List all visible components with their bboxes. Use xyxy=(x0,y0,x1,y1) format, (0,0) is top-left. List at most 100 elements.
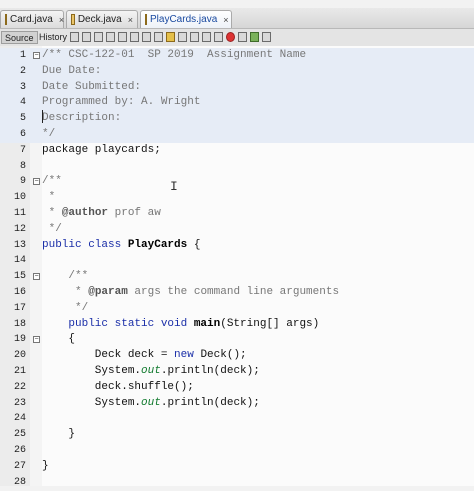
line-number: 14 xyxy=(13,255,26,267)
line-number: 12 xyxy=(13,223,26,235)
close-icon[interactable]: × xyxy=(128,15,133,25)
code-token: */ xyxy=(42,128,56,140)
code-line[interactable]: 15 /** − xyxy=(0,269,474,285)
line-number: 23 xyxy=(13,397,26,409)
code-line[interactable]: 20 Deck deck = new Deck(); xyxy=(0,348,474,364)
code-editor[interactable]: 1/** CSC-122-01 SP 2019 Assignment Name −… xyxy=(0,46,474,488)
code-text: } xyxy=(42,428,75,440)
line-number: 18 xyxy=(13,318,26,330)
tab-deck-java[interactable]: Deck.java × xyxy=(66,10,138,28)
dropdown-icon[interactable] xyxy=(94,32,103,42)
code-token: { xyxy=(187,238,201,251)
code-token: @param xyxy=(88,286,128,298)
search-icon[interactable] xyxy=(106,32,115,42)
fold-toggle-icon[interactable]: − xyxy=(33,336,40,344)
code-text: Deck deck = new Deck(); xyxy=(42,349,247,361)
code-line[interactable]: 24 xyxy=(0,411,474,427)
tab-label: Card.java xyxy=(10,14,53,25)
code-line[interactable]: 22 deck.shuffle(); xyxy=(0,380,474,396)
uncomment-icon[interactable] xyxy=(262,32,271,42)
tab-card-java[interactable]: Card.java × xyxy=(0,10,64,28)
code-token: out xyxy=(141,396,161,409)
text-caret xyxy=(42,110,43,123)
next-bookmark-icon[interactable] xyxy=(190,32,199,42)
code-line[interactable]: 11 * @author prof aw xyxy=(0,206,474,222)
line-number: 1 xyxy=(19,50,26,61)
code-text: System.out.println(deck); xyxy=(42,365,260,377)
toggle-highlight-icon[interactable] xyxy=(154,32,163,42)
close-icon[interactable]: × xyxy=(59,15,64,25)
code-line[interactable]: 4 Programmed by: A. Wright xyxy=(0,95,474,112)
code-line[interactable]: 21 System.out.println(deck); xyxy=(0,364,474,380)
code-text: Due Date: xyxy=(42,65,101,77)
code-line[interactable]: 2 Due Date: xyxy=(0,63,474,80)
forward-icon[interactable] xyxy=(82,32,91,42)
code-line[interactable]: 17 */ xyxy=(0,301,474,317)
source-view-button[interactable]: Source xyxy=(1,31,38,44)
code-line[interactable]: 26 xyxy=(0,443,474,459)
line-number: 4 xyxy=(19,97,26,109)
code-token: out xyxy=(141,365,161,377)
back-icon[interactable] xyxy=(70,32,79,42)
code-token: */ xyxy=(42,301,89,314)
code-line[interactable]: 14 xyxy=(0,253,474,269)
tab-playcards-java[interactable]: PlayCards.java × xyxy=(140,10,232,28)
toolbar-icon-group xyxy=(70,32,271,43)
code-line[interactable]: 13 public class PlayCards { xyxy=(0,238,474,254)
find-next-icon[interactable] xyxy=(130,32,139,42)
code-line[interactable]: 23 System.out.println(deck); xyxy=(0,396,474,412)
code-token: * xyxy=(42,286,89,298)
code-token: * xyxy=(42,207,62,219)
comment-icon[interactable] xyxy=(250,32,259,42)
code-line[interactable]: 7 package playcards; xyxy=(0,143,474,159)
fold-toggle-icon[interactable]: − xyxy=(33,178,40,186)
code-token: System. xyxy=(42,396,142,409)
previous-bookmark-icon[interactable] xyxy=(178,32,187,42)
fold-toggle-icon[interactable]: − xyxy=(33,52,40,59)
code-line[interactable]: 28 xyxy=(0,475,474,491)
code-line[interactable]: 1 /** CSC-122-01 SP 2019 Assignment Name − xyxy=(0,48,474,64)
code-text: * @param args the command line arguments xyxy=(42,286,339,298)
code-line[interactable]: 25 } xyxy=(0,427,474,443)
code-line[interactable]: 27} xyxy=(0,459,474,475)
line-number: 13 xyxy=(13,239,26,251)
find-previous-icon[interactable] xyxy=(118,32,127,42)
history-view-button[interactable]: History xyxy=(36,31,70,44)
code-token: main xyxy=(193,317,221,330)
code-line[interactable]: 16 * @param args the command line argume… xyxy=(0,285,474,301)
code-line[interactable]: 19 {− xyxy=(0,332,474,348)
code-line[interactable]: 3 Date Submitted: xyxy=(0,79,474,96)
code-token: Date Submitted: xyxy=(42,80,142,93)
code-text: */ xyxy=(42,223,62,235)
stop-macro-icon[interactable] xyxy=(238,32,247,42)
code-text: deck.shuffle(); xyxy=(42,381,194,393)
code-line[interactable]: 18 public static void main(String[] args… xyxy=(0,317,474,333)
code-token: /** CSC-122-01 SP 2019 Assignment Name xyxy=(42,49,307,61)
tab-label: PlayCards.java xyxy=(150,14,218,25)
code-text: * xyxy=(42,191,56,203)
start-macro-icon[interactable] xyxy=(226,32,235,42)
find-selection-icon[interactable] xyxy=(142,32,151,42)
code-text: /** CSC-122-01 SP 2019 Assignment Name xyxy=(42,49,306,61)
line-number: 10 xyxy=(13,192,26,204)
code-line[interactable]: 12 */ xyxy=(0,222,474,238)
close-icon[interactable]: × xyxy=(223,15,228,25)
toggle-bookmark-icon[interactable] xyxy=(166,32,175,42)
shift-left-icon[interactable] xyxy=(202,32,211,42)
code-token: @author xyxy=(61,207,109,219)
code-token: { xyxy=(42,333,76,346)
mouse-ibeam-icon: I xyxy=(170,179,178,194)
code-token: } xyxy=(42,459,49,472)
code-text: { xyxy=(42,333,75,345)
code-line[interactable]: 5 Description: xyxy=(0,111,474,128)
code-text: Programmed by: A. Wright xyxy=(42,96,200,108)
shift-right-icon[interactable] xyxy=(214,32,223,42)
code-line[interactable]: 8 xyxy=(0,159,474,175)
code-text: */ xyxy=(42,302,88,314)
code-line[interactable]: 9 /** − xyxy=(0,174,474,190)
code-line[interactable]: 6 */ xyxy=(0,127,474,143)
code-text: */ xyxy=(42,128,55,140)
code-line[interactable]: 10 * xyxy=(0,190,474,206)
fold-toggle-icon[interactable]: − xyxy=(33,273,40,281)
code-text: Description: xyxy=(42,112,121,124)
